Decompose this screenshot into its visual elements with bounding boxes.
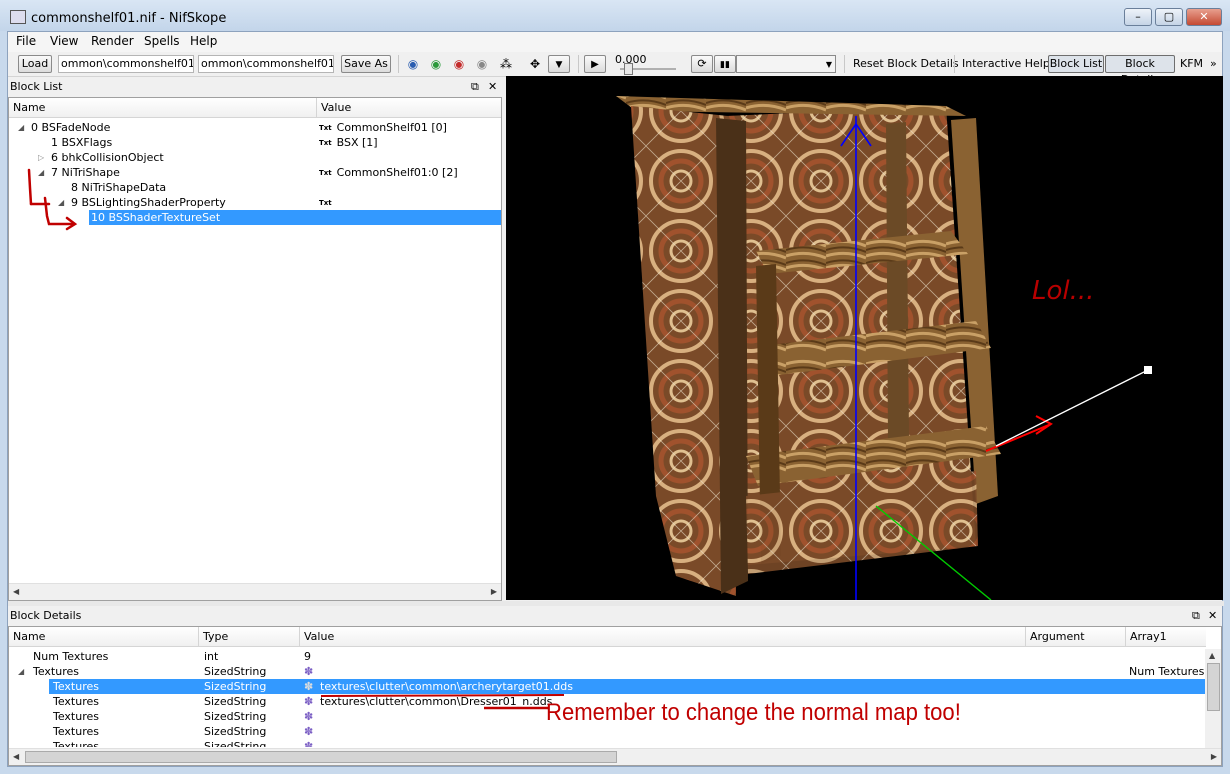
nifskope-app-icon <box>10 10 26 24</box>
menu-help[interactable]: Help <box>190 34 217 48</box>
float-panel-icon[interactable]: ⧉ <box>471 78 479 96</box>
block-list-tree[interactable]: Name Value ◢ 0 BSFadeNode Txt CommonShelf… <box>8 97 502 601</box>
kfm-button[interactable]: KFM <box>1180 57 1203 70</box>
interactive-help-button[interactable]: Interactive Help <box>962 57 1050 70</box>
block-list-title: Block List <box>10 80 63 93</box>
minimize-button[interactable]: – <box>1124 8 1152 26</box>
block-list-hscrollbar[interactable]: ◀ ▶ <box>9 583 501 600</box>
main-toolbar: Load ommon\commonshelf01.nif ommon\commo… <box>8 52 1222 86</box>
green-eye-icon[interactable]: ◉ <box>429 57 443 71</box>
block-details-hscrollbar[interactable]: ◀ ▶ <box>9 748 1221 765</box>
maximize-button[interactable]: ▢ <box>1155 8 1183 26</box>
load-button[interactable]: Load <box>18 55 52 73</box>
block-details-tree[interactable]: Name Type Value Argument Array1 Num Text… <box>8 626 1222 766</box>
hscroll-thumb[interactable] <box>25 751 617 763</box>
red-eye-icon[interactable]: ◉ <box>452 57 466 71</box>
menu-view[interactable]: View <box>50 34 78 48</box>
scroll-up-icon[interactable]: ▲ <box>1209 651 1215 660</box>
close-panel-icon[interactable]: ✕ <box>488 78 497 96</box>
scroll-right-icon[interactable]: ▶ <box>1211 752 1217 761</box>
grey-eye-icon[interactable]: ◉ <box>475 57 489 71</box>
move-axes-icon[interactable]: ✥ <box>528 57 542 71</box>
block-details-vscrollbar[interactable]: ▲ <box>1205 649 1221 751</box>
scroll-left-icon[interactable]: ◀ <box>13 587 19 596</box>
save-path-input[interactable]: ommon\commonshelf01.nif <box>198 55 334 73</box>
horizontal-splitter[interactable] <box>8 601 1224 606</box>
load-path-input[interactable]: ommon\commonshelf01.nif <box>58 55 194 73</box>
handdrawn-annotation-arrows <box>27 168 78 231</box>
switch-button[interactable]: ▮▮ <box>714 55 736 73</box>
block-list-header: Block List ⧉ ✕ <box>8 78 508 96</box>
normal-map-annotation: Remember to change the normal map too! <box>546 699 961 726</box>
menu-bar: File View Render Spells Help <box>8 32 1222 52</box>
save-as-button[interactable]: Save As <box>341 55 391 73</box>
toolbar-overflow-icon[interactable]: » <box>1210 57 1217 70</box>
reset-block-details-button[interactable]: Reset Block Details <box>853 57 959 70</box>
shelf-3d-render <box>616 96 1152 600</box>
loop-button[interactable]: ⟳ <box>691 55 713 73</box>
block-details-title: Block Details <box>10 609 82 622</box>
chevron-down-icon: ▼ <box>825 60 832 69</box>
scroll-left-icon[interactable]: ◀ <box>13 752 19 761</box>
scroll-right-icon[interactable]: ▶ <box>491 587 497 596</box>
block-details-header: Block Details ⧉ ✕ <box>8 607 1222 625</box>
handdrawn-underlines <box>320 694 565 710</box>
animation-select[interactable]: ▼ <box>736 55 836 73</box>
block-list-toggle[interactable]: Block List <box>1048 55 1104 73</box>
block-details-toggle[interactable]: Block Details <box>1105 55 1175 86</box>
view-dropdown-button[interactable]: ▼ <box>548 55 570 73</box>
menu-render[interactable]: Render <box>91 34 134 48</box>
vscroll-thumb[interactable] <box>1207 663 1220 711</box>
nifskope-window: commonshelf01.nif - NifSkope – ▢ ✕ File … <box>0 0 1230 774</box>
window-title: commonshelf01.nif - NifSkope <box>31 11 227 26</box>
blue-eye-icon[interactable]: ◉ <box>406 57 420 71</box>
close-button[interactable]: ✕ <box>1186 8 1222 26</box>
menu-spells[interactable]: Spells <box>144 34 180 48</box>
animation-slider-thumb[interactable] <box>624 63 633 75</box>
play-button[interactable]: ▶ <box>584 55 606 73</box>
lol-annotation: Lol... <box>1032 276 1095 306</box>
close-panel-icon[interactable]: ✕ <box>1208 607 1217 625</box>
footprints-icon[interactable]: ⁂ <box>499 57 513 71</box>
float-panel-icon[interactable]: ⧉ <box>1192 607 1200 625</box>
menu-file[interactable]: File <box>16 34 36 48</box>
render-viewport[interactable]: Lol... <box>506 76 1223 600</box>
title-bar[interactable]: commonshelf01.nif - NifSkope – ▢ ✕ <box>0 0 1230 31</box>
